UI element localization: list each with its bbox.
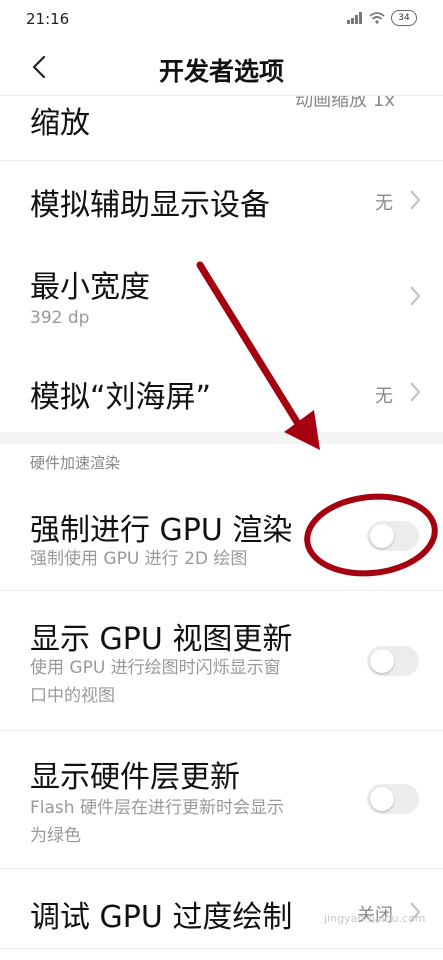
annotation-ellipse bbox=[304, 493, 438, 577]
annotation-arrow bbox=[196, 261, 320, 450]
annotation-overlay bbox=[196, 261, 438, 577]
